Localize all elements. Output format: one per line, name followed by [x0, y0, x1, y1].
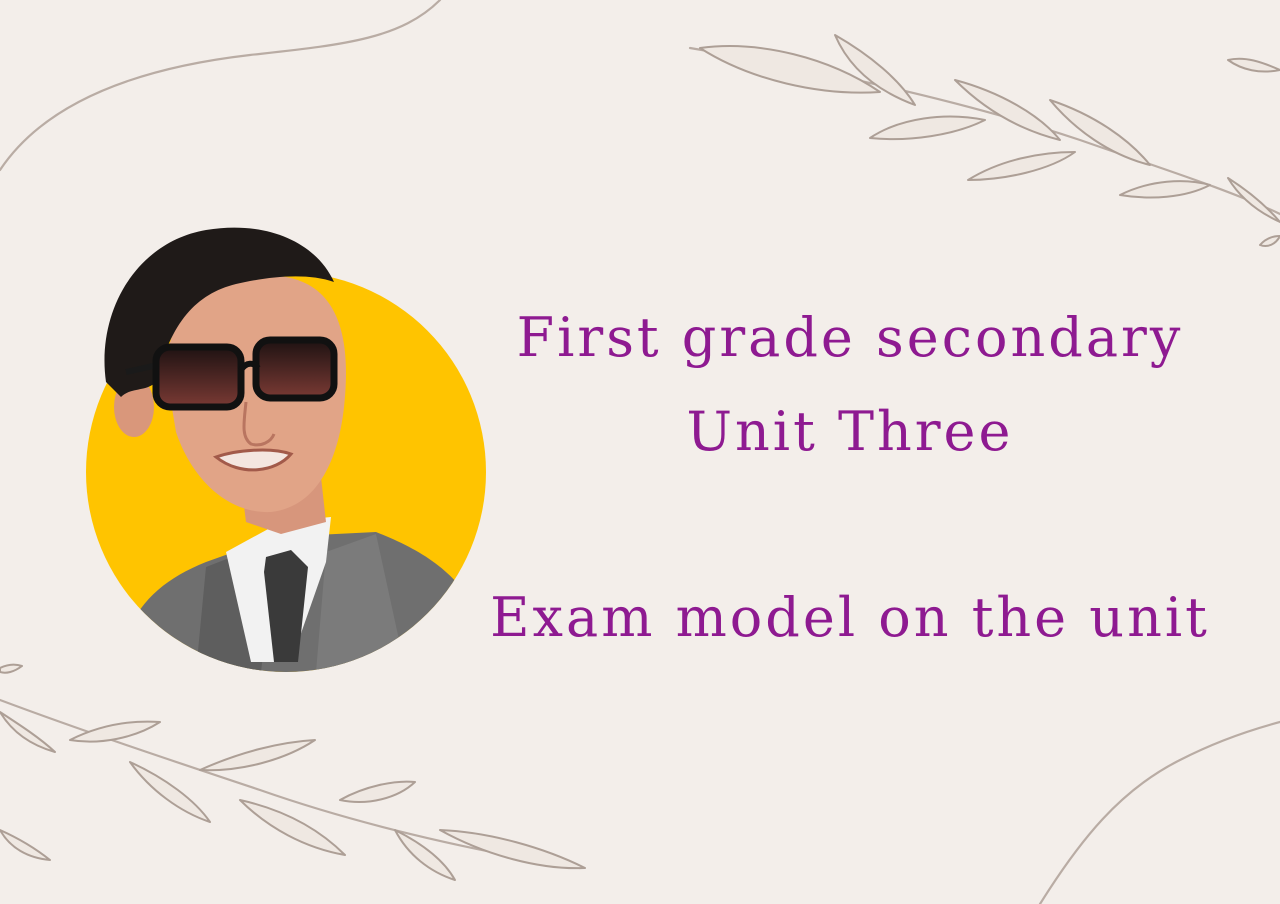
teacher-portrait — [86, 227, 486, 672]
sunglasses — [125, 336, 338, 411]
title-line-unit: Unit Three — [686, 400, 1014, 463]
decor-curve-bottom-right — [1038, 720, 1280, 904]
slide-title-block: First grade secondary Unit Three Exam mo… — [470, 300, 1230, 660]
title-line-exam: Exam model on the unit — [490, 586, 1210, 649]
decor-curve-top-left — [0, 0, 442, 172]
title-line-grade: First grade secondary — [516, 306, 1184, 369]
